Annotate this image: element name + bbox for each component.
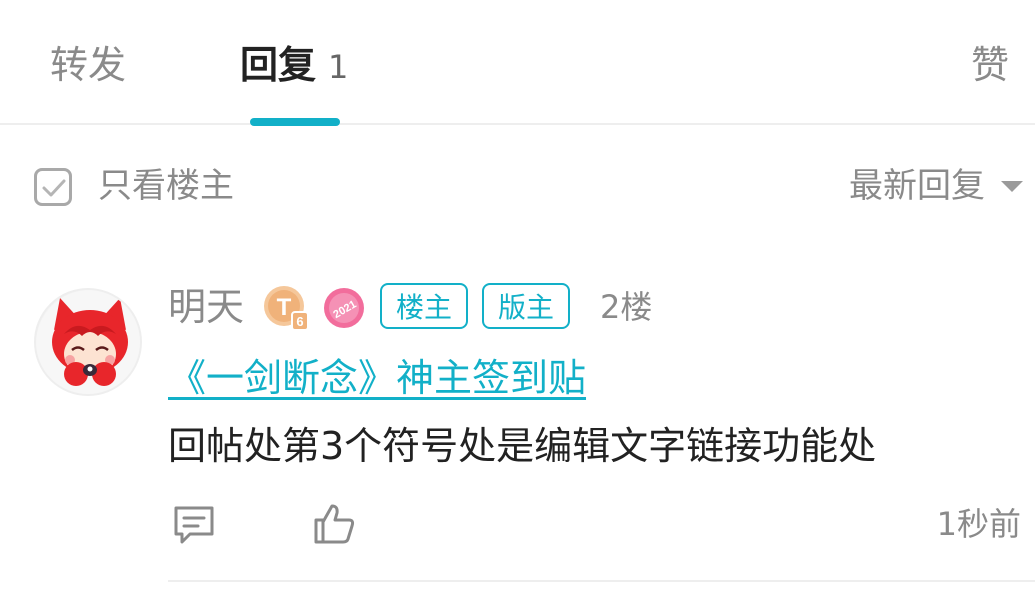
- tab-reply-count: 1: [328, 48, 349, 86]
- tab-reply[interactable]: 回复 1: [240, 40, 348, 92]
- avatar[interactable]: [34, 288, 142, 396]
- chevron-down-icon: [1001, 180, 1023, 192]
- level-medal-icon: T 6: [264, 286, 309, 331]
- svg-text:6: 6: [296, 314, 303, 329]
- owner-only-checkbox[interactable]: [34, 168, 72, 206]
- moderator-tag: 版主: [482, 283, 570, 329]
- owner-tag: 楼主: [380, 283, 468, 329]
- tab-reply-label: 回复: [240, 43, 317, 87]
- active-tab-indicator: [250, 118, 340, 126]
- tab-bar: 转发 回复 1 赞: [0, 0, 1035, 126]
- username[interactable]: 明天: [168, 282, 244, 332]
- divider: [168, 580, 1035, 582]
- tab-like[interactable]: 赞: [971, 40, 1009, 90]
- year-badge: 2021: [322, 286, 366, 330]
- sort-dropdown[interactable]: 最新回复: [849, 162, 1023, 210]
- filter-bar: 只看楼主 最新回复: [0, 150, 1035, 224]
- post-timestamp: 1秒前: [936, 505, 1021, 543]
- thumbs-up-icon[interactable]: [310, 500, 358, 548]
- owner-only-label[interactable]: 只看楼主: [98, 162, 234, 210]
- sort-label: 最新回复: [849, 166, 985, 206]
- year-medal-icon: 2021: [324, 288, 364, 328]
- post-body: 回帖处第3个符号处是编辑文字链接功能处: [168, 424, 877, 468]
- post-link[interactable]: 《一剑断念》神主签到贴: [168, 352, 586, 404]
- level-badge: T 6: [262, 284, 312, 332]
- check-icon: [42, 179, 66, 197]
- tab-forward[interactable]: 转发: [50, 40, 126, 90]
- svg-text:T: T: [277, 294, 292, 321]
- comment-icon[interactable]: [170, 500, 218, 548]
- fox-avatar-image: [36, 290, 140, 394]
- floor-number: 2楼: [600, 288, 653, 326]
